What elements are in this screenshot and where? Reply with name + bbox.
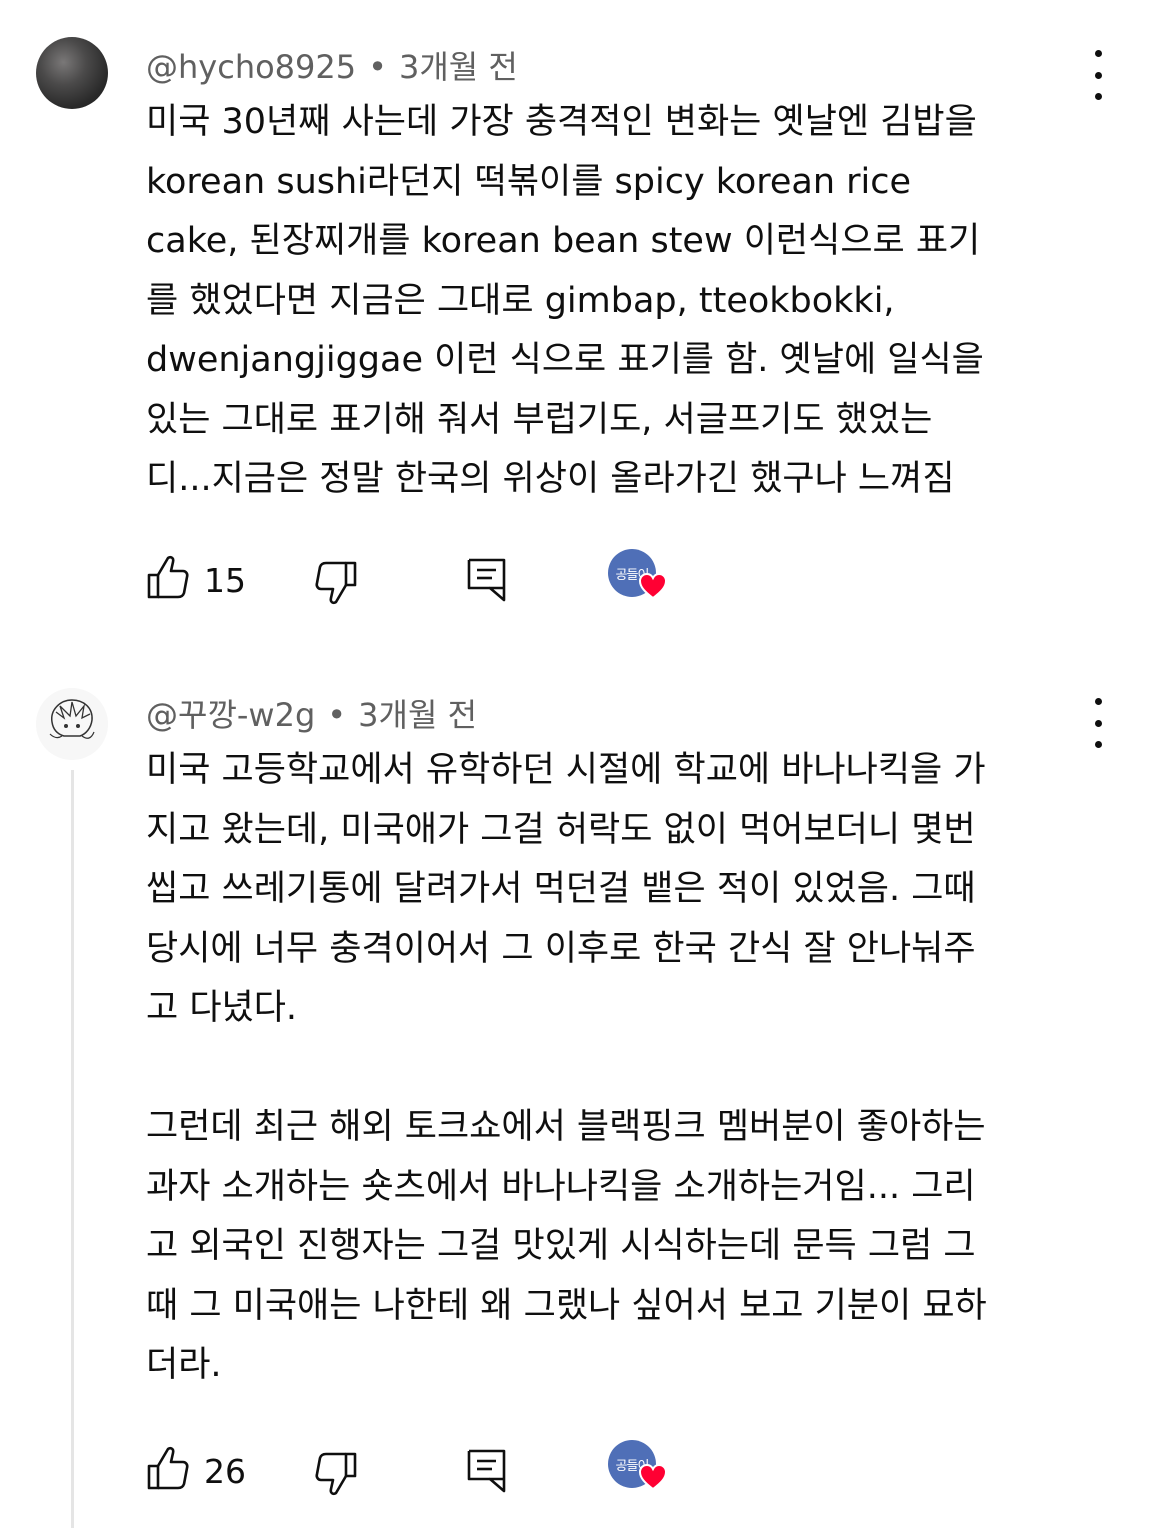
- comment-actions: 15 공들이: [146, 549, 746, 611]
- like-count: 26: [204, 1452, 246, 1491]
- author-name[interactable]: @꾸깡-w2g: [146, 696, 315, 734]
- creator-heart-badge: 공들이: [608, 549, 670, 605]
- thumb-up-icon: [147, 555, 189, 599]
- comment-header: @꾸깡-w2g • 3개월 전: [146, 690, 477, 736]
- comment-header: @hycho8925 • 3개월 전: [146, 42, 518, 88]
- avatar[interactable]: [36, 37, 108, 109]
- author-name[interactable]: @hycho8925: [146, 48, 356, 86]
- separator-dot: •: [327, 696, 347, 734]
- separator-dot: •: [368, 48, 387, 86]
- thumb-up-icon: [147, 1446, 189, 1490]
- reply-thread-line: [71, 770, 74, 1528]
- avatar[interactable]: [36, 688, 108, 760]
- reply-button[interactable]: [466, 557, 508, 607]
- comment-text: 미국 고등학교에서 유학하던 시절에 학교에 바나나킥을 가 지고 왔는데, 미…: [146, 750, 987, 1385]
- reply-icon: [467, 1449, 506, 1493]
- creator-heart-icon: [638, 572, 668, 600]
- thumb-down-icon: [315, 561, 357, 605]
- timestamp[interactable]: 3개월 전: [399, 48, 518, 86]
- like-count: 15: [204, 561, 246, 600]
- sketch-avatar-icon: [36, 688, 108, 760]
- dislike-button[interactable]: [314, 1450, 358, 1502]
- like-button[interactable]: [146, 1444, 190, 1496]
- reply-button[interactable]: [466, 1448, 508, 1498]
- creator-heart-badge: 공들이: [608, 1440, 670, 1496]
- creator-heart-icon: [638, 1463, 668, 1491]
- reply-icon: [467, 558, 506, 602]
- more-vert-icon: [1094, 698, 1102, 705]
- thumb-down-icon: [315, 1452, 357, 1496]
- like-button[interactable]: [146, 553, 190, 605]
- dislike-button[interactable]: [314, 559, 358, 611]
- comment-actions: 26 공들이: [146, 1440, 746, 1502]
- more-vert-icon: [1094, 50, 1102, 57]
- timestamp[interactable]: 3개월 전: [358, 696, 477, 734]
- comment-text: 미국 30년째 사는데 가장 충격적인 변화는 옛날엔 김밥을 korean s…: [146, 102, 984, 499]
